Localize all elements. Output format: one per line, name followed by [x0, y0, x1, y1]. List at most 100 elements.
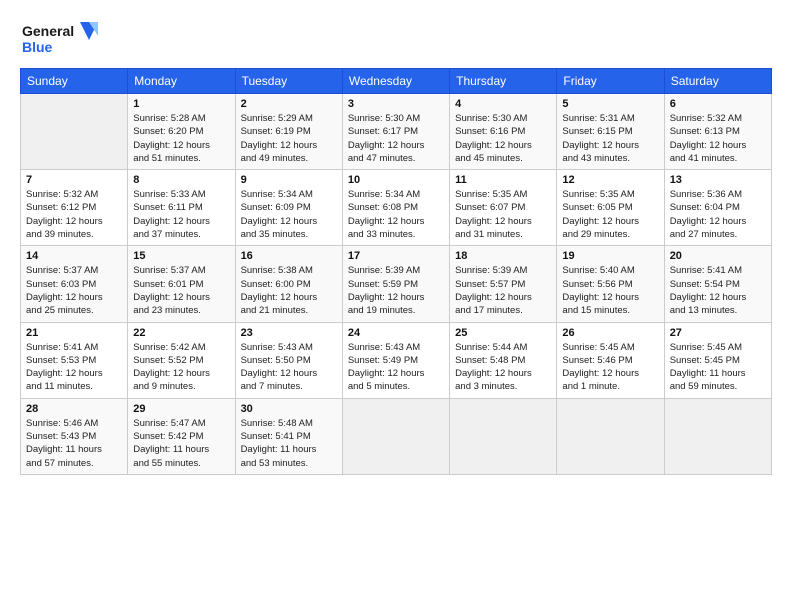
day-number: 21 — [26, 327, 122, 339]
day-info: Sunrise: 5:34 AMSunset: 6:08 PMDaylight:… — [348, 188, 444, 241]
day-number: 17 — [348, 250, 444, 262]
day-number: 1 — [133, 98, 229, 110]
weekday-tuesday: Tuesday — [235, 69, 342, 94]
day-number: 12 — [562, 174, 658, 186]
day-info: Sunrise: 5:39 AMSunset: 5:59 PMDaylight:… — [348, 264, 444, 317]
calendar-cell: 18 Sunrise: 5:39 AMSunset: 5:57 PMDayligh… — [450, 246, 557, 322]
day-info: Sunrise: 5:35 AMSunset: 6:07 PMDaylight:… — [455, 188, 551, 241]
day-number: 2 — [241, 98, 337, 110]
calendar-cell: 21 Sunrise: 5:41 AMSunset: 5:53 PMDayligh… — [21, 322, 128, 398]
day-info: Sunrise: 5:33 AMSunset: 6:11 PMDaylight:… — [133, 188, 229, 241]
week-row-2: 7 Sunrise: 5:32 AMSunset: 6:12 PMDaylight… — [21, 170, 772, 246]
calendar-cell: 25Sunrise: 5:44 AMSunset: 5:48 PMDayligh… — [450, 322, 557, 398]
week-row-1: 1 Sunrise: 5:28 AMSunset: 6:20 PMDaylight… — [21, 94, 772, 170]
day-info: Sunrise: 5:45 AMSunset: 5:46 PMDaylight:… — [562, 341, 658, 394]
day-info: Sunrise: 5:32 AMSunset: 6:12 PMDaylight:… — [26, 188, 122, 241]
calendar: SundayMondayTuesdayWednesdayThursdayFrid… — [20, 68, 772, 475]
day-number: 5 — [562, 98, 658, 110]
weekday-saturday: Saturday — [664, 69, 771, 94]
calendar-cell: 24 Sunrise: 5:43 AMSunset: 5:49 PMDayligh… — [342, 322, 449, 398]
day-info: Sunrise: 5:38 AMSunset: 6:00 PMDaylight:… — [241, 264, 337, 317]
calendar-cell: 30Sunrise: 5:48 AMSunset: 5:41 PMDayligh… — [235, 398, 342, 474]
day-number: 6 — [670, 98, 766, 110]
weekday-monday: Monday — [128, 69, 235, 94]
calendar-cell: 23Sunrise: 5:43 AMSunset: 5:50 PMDayligh… — [235, 322, 342, 398]
day-info: Sunrise: 5:40 AMSunset: 5:56 PMDaylight:… — [562, 264, 658, 317]
calendar-cell: 20 Sunrise: 5:41 AMSunset: 5:54 PMDayligh… — [664, 246, 771, 322]
day-number: 27 — [670, 327, 766, 339]
calendar-cell: 5Sunrise: 5:31 AMSunset: 6:15 PMDaylight… — [557, 94, 664, 170]
day-number: 18 — [455, 250, 551, 262]
calendar-cell: 19Sunrise: 5:40 AMSunset: 5:56 PMDayligh… — [557, 246, 664, 322]
logo-icon: GeneralBlue — [20, 18, 100, 58]
day-info: Sunrise: 5:42 AMSunset: 5:52 PMDaylight:… — [133, 341, 229, 394]
calendar-cell — [557, 398, 664, 474]
day-number: 4 — [455, 98, 551, 110]
day-number: 13 — [670, 174, 766, 186]
day-number: 9 — [241, 174, 337, 186]
weekday-friday: Friday — [557, 69, 664, 94]
calendar-cell — [664, 398, 771, 474]
day-number: 11 — [455, 174, 551, 186]
calendar-cell — [450, 398, 557, 474]
day-number: 16 — [241, 250, 337, 262]
day-info: Sunrise: 5:45 AMSunset: 5:45 PMDaylight:… — [670, 341, 766, 394]
day-info: Sunrise: 5:30 AMSunset: 6:17 PMDaylight:… — [348, 112, 444, 165]
calendar-cell: 10 Sunrise: 5:34 AMSunset: 6:08 PMDayligh… — [342, 170, 449, 246]
calendar-cell: 12 Sunrise: 5:35 AMSunset: 6:05 PMDayligh… — [557, 170, 664, 246]
week-row-3: 14 Sunrise: 5:37 AMSunset: 6:03 PMDayligh… — [21, 246, 772, 322]
day-number: 15 — [133, 250, 229, 262]
day-info: Sunrise: 5:37 AMSunset: 6:03 PMDaylight:… — [26, 264, 122, 317]
calendar-cell: 27 Sunrise: 5:45 AMSunset: 5:45 PMDayligh… — [664, 322, 771, 398]
day-number: 8 — [133, 174, 229, 186]
calendar-cell: 16 Sunrise: 5:38 AMSunset: 6:00 PMDayligh… — [235, 246, 342, 322]
day-info: Sunrise: 5:35 AMSunset: 6:05 PMDaylight:… — [562, 188, 658, 241]
day-info: Sunrise: 5:43 AMSunset: 5:50 PMDaylight:… — [241, 341, 337, 394]
calendar-cell: 8 Sunrise: 5:33 AMSunset: 6:11 PMDaylight… — [128, 170, 235, 246]
day-number: 7 — [26, 174, 122, 186]
calendar-cell: 13 Sunrise: 5:36 AMSunset: 6:04 PMDayligh… — [664, 170, 771, 246]
day-number: 10 — [348, 174, 444, 186]
calendar-cell: 1 Sunrise: 5:28 AMSunset: 6:20 PMDaylight… — [128, 94, 235, 170]
day-info: Sunrise: 5:34 AMSunset: 6:09 PMDaylight:… — [241, 188, 337, 241]
header: GeneralBlue — [20, 18, 772, 58]
logo: GeneralBlue — [20, 18, 100, 58]
calendar-cell: 15 Sunrise: 5:37 AMSunset: 6:01 PMDayligh… — [128, 246, 235, 322]
week-row-4: 21 Sunrise: 5:41 AMSunset: 5:53 PMDayligh… — [21, 322, 772, 398]
calendar-cell — [21, 94, 128, 170]
calendar-cell: 9 Sunrise: 5:34 AMSunset: 6:09 PMDaylight… — [235, 170, 342, 246]
calendar-cell: 26 Sunrise: 5:45 AMSunset: 5:46 PMDayligh… — [557, 322, 664, 398]
day-info: Sunrise: 5:32 AMSunset: 6:13 PMDaylight:… — [670, 112, 766, 165]
calendar-cell: 29Sunrise: 5:47 AMSunset: 5:42 PMDayligh… — [128, 398, 235, 474]
weekday-wednesday: Wednesday — [342, 69, 449, 94]
day-number: 25 — [455, 327, 551, 339]
day-number: 3 — [348, 98, 444, 110]
calendar-cell: 3 Sunrise: 5:30 AMSunset: 6:17 PMDaylight… — [342, 94, 449, 170]
week-row-5: 28Sunrise: 5:46 AMSunset: 5:43 PMDayligh… — [21, 398, 772, 474]
svg-text:Blue: Blue — [22, 39, 53, 55]
calendar-cell: 4Sunrise: 5:30 AMSunset: 6:16 PMDaylight… — [450, 94, 557, 170]
day-info: Sunrise: 5:48 AMSunset: 5:41 PMDaylight:… — [241, 417, 337, 470]
day-info: Sunrise: 5:39 AMSunset: 5:57 PMDaylight:… — [455, 264, 551, 317]
weekday-thursday: Thursday — [450, 69, 557, 94]
calendar-cell: 7 Sunrise: 5:32 AMSunset: 6:12 PMDaylight… — [21, 170, 128, 246]
day-info: Sunrise: 5:41 AMSunset: 5:54 PMDaylight:… — [670, 264, 766, 317]
day-info: Sunrise: 5:36 AMSunset: 6:04 PMDaylight:… — [670, 188, 766, 241]
calendar-cell: 6 Sunrise: 5:32 AMSunset: 6:13 PMDaylight… — [664, 94, 771, 170]
day-number: 26 — [562, 327, 658, 339]
day-info: Sunrise: 5:28 AMSunset: 6:20 PMDaylight:… — [133, 112, 229, 165]
calendar-cell: 14 Sunrise: 5:37 AMSunset: 6:03 PMDayligh… — [21, 246, 128, 322]
day-number: 24 — [348, 327, 444, 339]
day-info: Sunrise: 5:43 AMSunset: 5:49 PMDaylight:… — [348, 341, 444, 394]
day-number: 22 — [133, 327, 229, 339]
weekday-row: SundayMondayTuesdayWednesdayThursdayFrid… — [21, 69, 772, 94]
day-info: Sunrise: 5:46 AMSunset: 5:43 PMDaylight:… — [26, 417, 122, 470]
day-info: Sunrise: 5:47 AMSunset: 5:42 PMDaylight:… — [133, 417, 229, 470]
day-number: 14 — [26, 250, 122, 262]
day-info: Sunrise: 5:41 AMSunset: 5:53 PMDaylight:… — [26, 341, 122, 394]
calendar-cell: 17 Sunrise: 5:39 AMSunset: 5:59 PMDayligh… — [342, 246, 449, 322]
calendar-cell: 2 Sunrise: 5:29 AMSunset: 6:19 PMDaylight… — [235, 94, 342, 170]
day-number: 20 — [670, 250, 766, 262]
day-info: Sunrise: 5:29 AMSunset: 6:19 PMDaylight:… — [241, 112, 337, 165]
day-info: Sunrise: 5:37 AMSunset: 6:01 PMDaylight:… — [133, 264, 229, 317]
